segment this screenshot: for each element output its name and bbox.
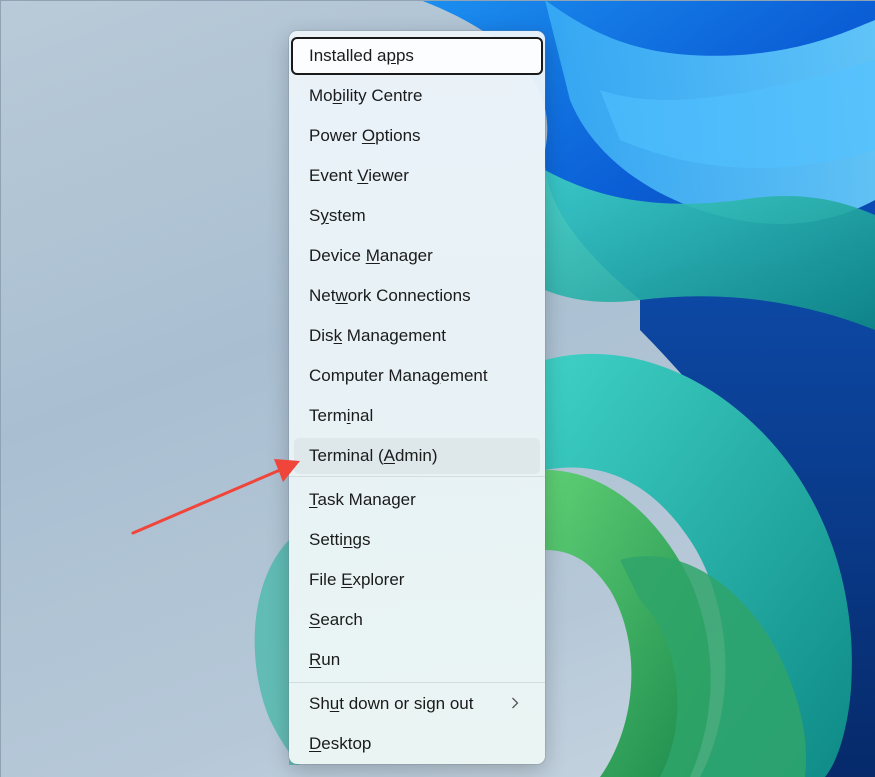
chevron-right-icon [508,694,522,712]
menu-item-label: Run [309,650,341,669]
menu-item-shut-down-or-sign-out[interactable]: Shut down or sign out [294,686,540,722]
menu-item-label: Terminal [309,406,374,425]
access-key: V [357,166,369,185]
access-key: R [309,650,322,669]
menu-item-label: Network Connections [309,286,471,305]
menu-item-label: Event Viewer [309,166,409,185]
access-key: k [333,326,343,345]
menu-item-system[interactable]: System [294,198,540,234]
access-key: u [329,694,340,713]
access-key: y [320,206,329,225]
menu-item-label: Installed apps [309,46,414,65]
menu-item-label: Shut down or sign out [309,694,474,713]
access-key: n [343,530,353,549]
frame-top-edge [0,0,875,1]
menu-item-network-connections[interactable]: Network Connections [294,278,540,314]
menu-item-search[interactable]: Search [294,602,540,638]
access-key: g [430,366,441,385]
menu-item-label: Search [309,610,363,629]
menu-item-power-options[interactable]: Power Options [294,118,540,154]
menu-item-label: File Explorer [309,570,405,589]
access-key: D [309,734,322,753]
access-key: M [365,246,380,265]
access-key: b [332,86,343,105]
menu-item-event-viewer[interactable]: Event Viewer [294,158,540,194]
menu-item-label: Terminal (Admin) [309,446,438,465]
menu-item-installed-apps[interactable]: Installed apps [291,37,543,75]
menu-item-label: System [309,206,366,225]
access-key: E [341,570,353,589]
menu-item-mobility-centre[interactable]: Mobility Centre [294,78,540,114]
menu-item-label: Computer Management [309,366,488,385]
access-key: S [309,610,321,629]
menu-item-device-manager[interactable]: Device Manager [294,238,540,274]
menu-item-label: Settings [309,530,371,549]
menu-item-label: Power Options [309,126,421,145]
winx-context-menu: Installed apps Mobility Centre Power Optio… [289,31,545,764]
access-key: p [386,46,396,65]
access-key: A [383,446,395,465]
frame-left-edge [0,0,1,777]
menu-item-terminal[interactable]: Terminal [294,398,540,434]
access-key: T [309,490,318,509]
menu-item-label: Task Manager [309,490,416,509]
menu-item-computer-management[interactable]: Computer Management [294,358,540,394]
access-key: w [335,286,348,305]
menu-item-label: Device Manager [309,246,433,265]
menu-item-run[interactable]: Run [294,642,540,678]
menu-item-label: Disk Management [309,326,447,345]
menu-separator [289,682,545,683]
menu-separator [289,476,545,477]
menu-item-settings[interactable]: Settings [294,522,540,558]
menu-item-task-manager[interactable]: Task Manager [294,482,540,518]
menu-item-terminal-admin[interactable]: Terminal (Admin) [294,438,540,474]
menu-item-file-explorer[interactable]: File Explorer [294,562,540,598]
menu-item-label: Desktop [309,734,372,753]
menu-item-label: Mobility Centre [309,86,423,105]
access-key: O [361,126,376,145]
menu-item-disk-management[interactable]: Disk Management [294,318,540,354]
menu-item-desktop[interactable]: Desktop [294,726,540,762]
